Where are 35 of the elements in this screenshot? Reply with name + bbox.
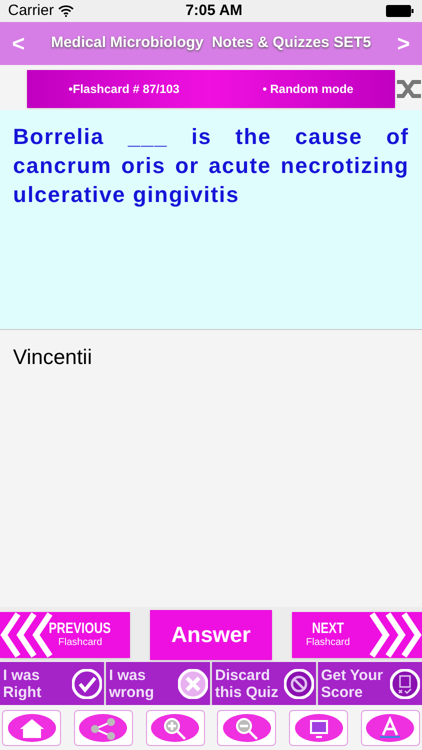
battery-icon <box>386 5 414 17</box>
display-button[interactable] <box>289 710 348 746</box>
ban-icon <box>284 668 314 698</box>
clock-text: 7:05 AM <box>185 0 242 21</box>
zoom-out-icon <box>222 712 272 742</box>
action-button[interactable]: I was wrong <box>106 662 210 705</box>
zoom-in-button[interactable] <box>146 710 205 746</box>
home-button[interactable] <box>2 710 61 746</box>
question-text: Borrelia ___ is the cause of cancrum oris or acute necrotizing ulcerative gingivitis <box>13 123 409 209</box>
back-button[interactable]: < <box>8 27 29 60</box>
flashcard-counter: •Flashcard # 87/103 <box>68 81 180 98</box>
answer-button[interactable]: Answer <box>150 610 272 660</box>
monitor-icon <box>294 712 344 742</box>
share-button[interactable] <box>74 710 133 746</box>
next-button[interactable]: NEXT Flashcard <box>292 612 422 658</box>
carrier-text: Carrier <box>8 0 54 21</box>
check-icon <box>72 668 102 698</box>
score-sheet-icon <box>390 668 420 698</box>
zoom-in-icon <box>150 712 200 742</box>
zoom-out-button[interactable] <box>217 710 276 746</box>
forward-button[interactable]: > <box>393 27 414 60</box>
font-size-icon <box>365 712 416 742</box>
font-button[interactable] <box>360 710 420 746</box>
header-title: Medical Microbiology Notes & Quizzes SET5 <box>50 33 372 54</box>
action-button[interactable]: I was Right <box>0 662 104 705</box>
chevrons-right-icon <box>367 612 422 658</box>
share-icon <box>78 712 128 742</box>
answer-text: Vincentii <box>13 345 93 371</box>
cross-icon <box>178 668 208 698</box>
previous-button[interactable]: PREVIOUS Flashcard <box>0 612 130 658</box>
action-button[interactable]: Get Your Score <box>318 662 422 705</box>
action-button[interactable]: Discard this Quiz <box>212 662 316 705</box>
wifi-icon <box>58 5 74 17</box>
mode-label: • Random mode <box>262 81 354 98</box>
home-icon <box>6 712 56 742</box>
